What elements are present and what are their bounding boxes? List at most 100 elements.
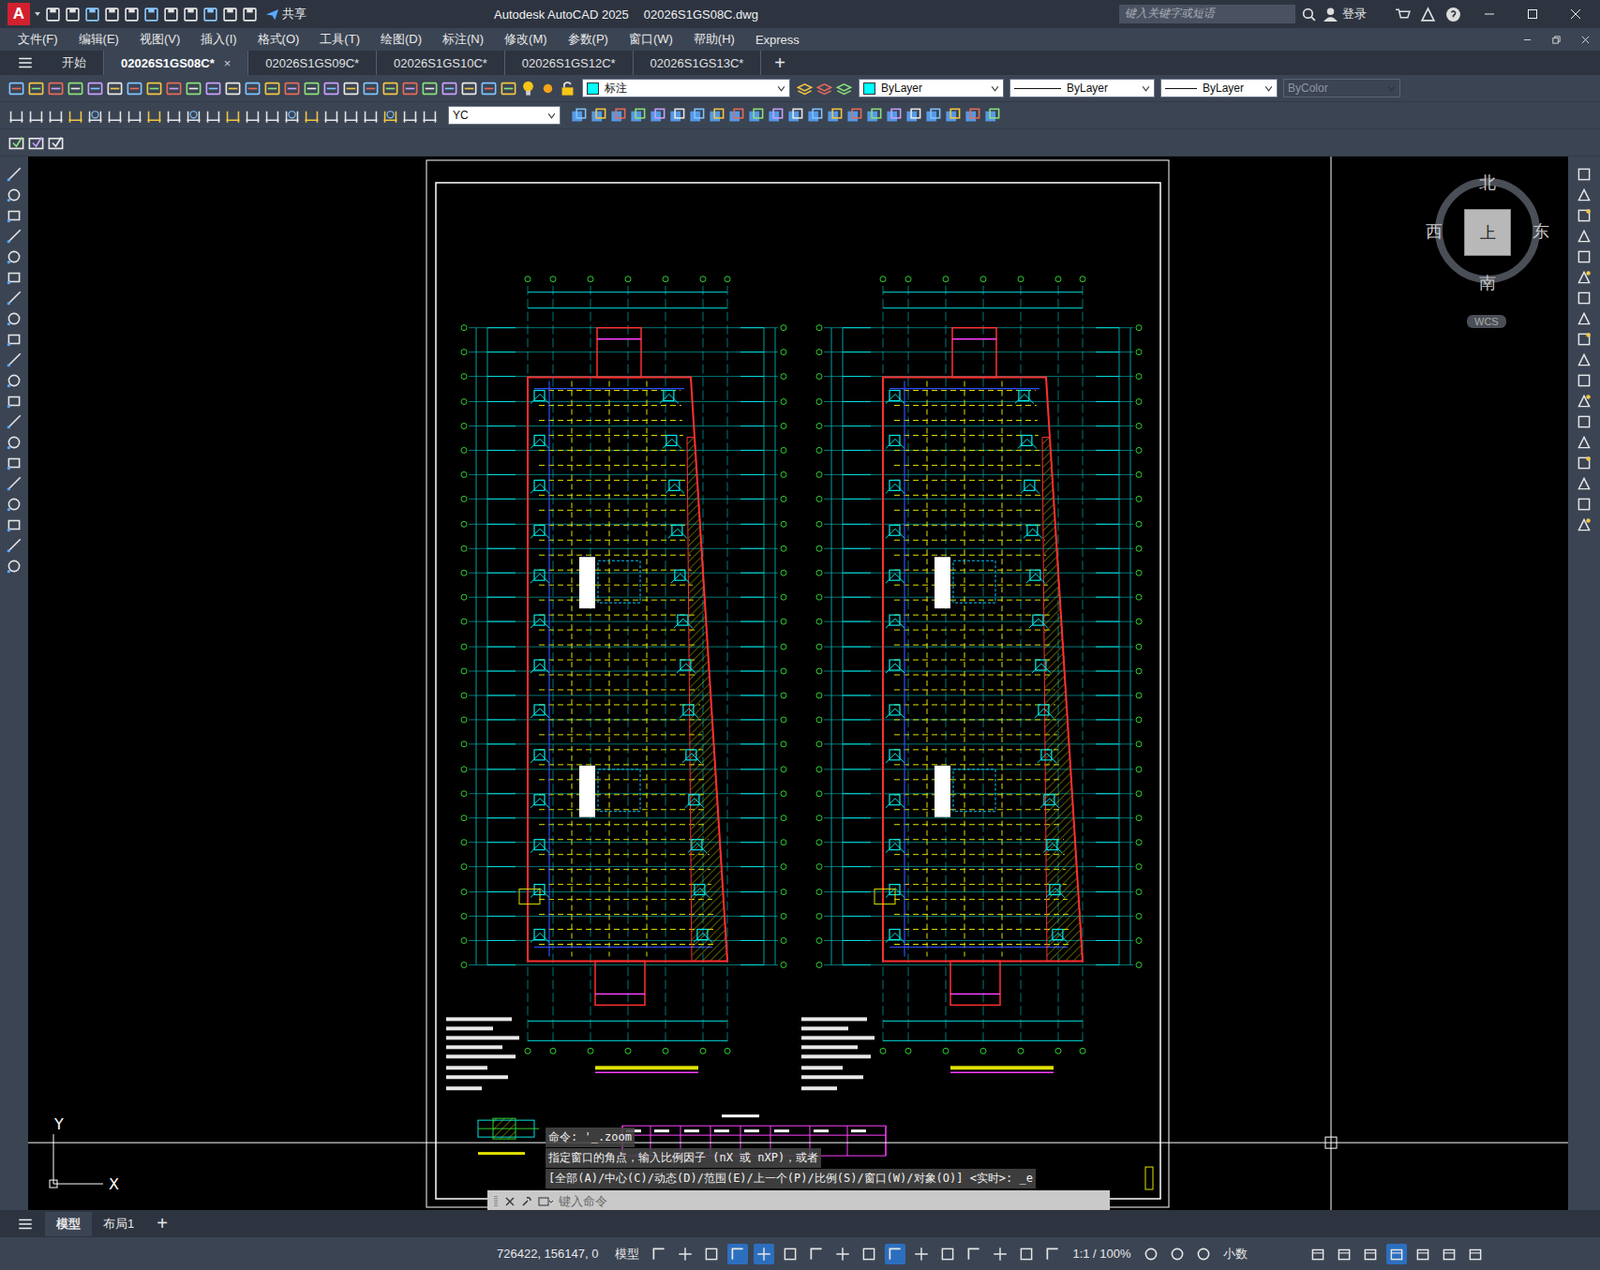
- draw-tool-icon[interactable]: [5, 537, 23, 554]
- modify-tool-icon[interactable]: [943, 106, 962, 125]
- status-tool-icon[interactable]: [1412, 1243, 1434, 1265]
- modify-tool-icon[interactable]: [1575, 248, 1593, 266]
- tool-icon[interactable]: [27, 134, 45, 152]
- tool-icon[interactable]: [66, 79, 85, 98]
- status-toggle-icon[interactable]: [701, 1243, 722, 1265]
- modify-tool-icon[interactable]: [1575, 495, 1593, 513]
- draw-tool-icon[interactable]: [5, 186, 23, 204]
- grip-icon[interactable]: [493, 1194, 499, 1210]
- file-tab[interactable]: 02026S1GS12C*: [505, 50, 634, 75]
- close-icon[interactable]: [504, 1196, 516, 1208]
- search-field[interactable]: 键入关键字或短语: [1119, 4, 1296, 24]
- modify-tool-icon[interactable]: [1575, 516, 1593, 534]
- tool-icon[interactable]: [86, 79, 105, 98]
- menu-item[interactable]: 格式(O): [247, 30, 311, 48]
- dimension-tool-icon[interactable]: [46, 106, 65, 125]
- tool-icon[interactable]: [224, 79, 242, 98]
- modify-tool-icon[interactable]: [589, 106, 608, 125]
- dimension-tool-icon[interactable]: [263, 106, 282, 125]
- draw-tool-icon[interactable]: [5, 330, 23, 348]
- file-tab[interactable]: 02026S1GS10C*: [376, 50, 506, 75]
- dimension-tool-icon[interactable]: [302, 106, 321, 125]
- new-tab-button[interactable]: +: [761, 50, 799, 75]
- modify-tool-icon[interactable]: [1575, 372, 1593, 389]
- draw-tool-icon[interactable]: [5, 207, 23, 225]
- modify-tool-icon[interactable]: [786, 106, 805, 125]
- layout-tab[interactable]: 布局1: [91, 1211, 146, 1237]
- menu-item[interactable]: 参数(P): [557, 30, 619, 48]
- menu-icon[interactable]: [16, 1215, 34, 1233]
- ucs-menu[interactable]: WCS: [1466, 314, 1507, 329]
- modify-tool-icon[interactable]: [1575, 351, 1593, 369]
- tool-icon[interactable]: [420, 79, 439, 98]
- status-toggle-icon[interactable]: [963, 1243, 985, 1265]
- modify-tool-icon[interactable]: [825, 106, 844, 125]
- floor-plan[interactable]: [446, 276, 787, 1091]
- modify-tool-icon[interactable]: [687, 106, 706, 125]
- dimension-tool-icon[interactable]: [401, 106, 419, 125]
- status-toggle-icon[interactable]: [674, 1243, 696, 1265]
- status-tool-icon[interactable]: [1438, 1243, 1460, 1265]
- menu-item[interactable]: 插入(I): [190, 30, 247, 48]
- dimension-tool-icon[interactable]: [105, 106, 124, 125]
- menu-item[interactable]: 窗口(W): [618, 30, 684, 48]
- tool-icon[interactable]: [7, 134, 26, 152]
- quick-access-icon[interactable]: [143, 6, 160, 23]
- status-toggle-icon[interactable]: [648, 1243, 670, 1265]
- modify-tool-icon[interactable]: [1575, 310, 1593, 328]
- draw-tool-icon[interactable]: [5, 310, 23, 328]
- dimension-tool-icon[interactable]: [125, 106, 144, 125]
- tool-icon[interactable]: [302, 79, 321, 98]
- modify-tool-icon[interactable]: [766, 106, 785, 125]
- layer-dropdown[interactable]: 标注: [582, 78, 791, 98]
- quick-access-icon[interactable]: [202, 6, 219, 23]
- tool-icon[interactable]: [401, 79, 419, 98]
- status-toggle-icon[interactable]: [1042, 1243, 1063, 1265]
- draw-tool-icon[interactable]: [5, 475, 23, 493]
- maximize-icon[interactable]: [1526, 8, 1539, 20]
- app-logo[interactable]: A: [7, 2, 30, 26]
- floor-plan[interactable]: [801, 276, 1142, 1091]
- draw-tool-icon[interactable]: [5, 433, 23, 451]
- quick-access-icon[interactable]: [84, 6, 101, 23]
- dimension-tool-icon[interactable]: [164, 106, 183, 125]
- dimension-tool-icon[interactable]: [204, 106, 223, 125]
- dimension-tool-icon[interactable]: [420, 106, 439, 125]
- annotation-scale[interactable]: 1:1 / 100%: [1068, 1246, 1135, 1261]
- status-tool-icon[interactable]: [1166, 1243, 1188, 1265]
- tool-icon[interactable]: [283, 79, 301, 98]
- tool-icon[interactable]: [361, 79, 380, 98]
- draw-tool-icon[interactable]: [5, 454, 23, 472]
- modify-tool-icon[interactable]: [1575, 289, 1593, 307]
- dimension-tool-icon[interactable]: [224, 106, 242, 125]
- modify-tool-icon[interactable]: [747, 106, 765, 125]
- menu-item[interactable]: Express: [745, 32, 810, 47]
- login-button[interactable]: 登录: [1322, 5, 1367, 23]
- menu-item[interactable]: 编辑(E): [68, 30, 130, 48]
- status-toggle-icon[interactable]: [753, 1243, 775, 1265]
- file-tab[interactable]: 02026S1GS08C*×: [104, 50, 249, 75]
- dimension-tool-icon[interactable]: [381, 106, 400, 125]
- draw-tool-icon[interactable]: [5, 289, 23, 307]
- modify-tool-icon[interactable]: [1575, 413, 1593, 431]
- lock-icon[interactable]: [558, 79, 577, 98]
- draw-tool-icon[interactable]: [5, 392, 23, 410]
- compass-west[interactable]: 西: [1425, 223, 1443, 240]
- modify-tool-icon[interactable]: [983, 106, 1002, 125]
- quick-access-icon[interactable]: [182, 6, 199, 23]
- modify-tool-icon[interactable]: [963, 106, 982, 125]
- modify-tool-icon[interactable]: [924, 106, 943, 125]
- tool-icon[interactable]: [381, 79, 400, 98]
- add-layout-button[interactable]: +: [145, 1212, 180, 1235]
- dim-style-dropdown[interactable]: YC: [448, 105, 561, 125]
- help-icon[interactable]: [1445, 6, 1462, 23]
- draw-tool-icon[interactable]: [5, 495, 23, 513]
- modify-tool-icon[interactable]: [845, 106, 864, 125]
- light-bulb-icon[interactable]: [519, 79, 538, 98]
- prompt-icon[interactable]: [538, 1196, 554, 1208]
- cart-icon[interactable]: [1394, 6, 1411, 23]
- dimension-tool-icon[interactable]: [283, 106, 301, 125]
- file-tab[interactable]: 02026S1GS13C*: [633, 50, 763, 75]
- tool-icon[interactable]: [7, 79, 26, 98]
- modify-tool-icon[interactable]: [1575, 165, 1593, 183]
